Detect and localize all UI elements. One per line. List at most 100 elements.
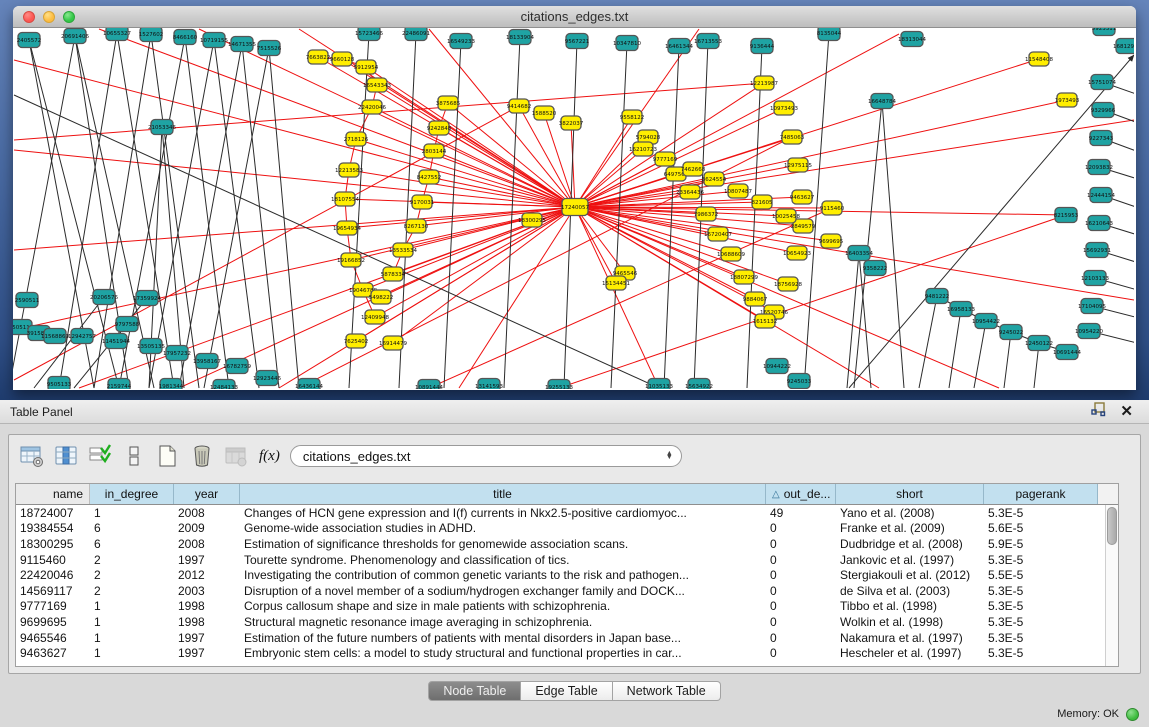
graph-node[interactable]: 10807487 xyxy=(724,184,752,198)
graph-node[interactable]: 5878334 xyxy=(381,267,406,281)
graph-node[interactable]: 13958167 xyxy=(193,354,221,369)
table-row[interactable]: 946362711997Embryonic stem cells: a mode… xyxy=(16,645,1118,661)
graph-node[interactable]: 9242848 xyxy=(427,121,452,135)
graph-node[interactable]: 18107554 xyxy=(331,192,359,206)
graph-node[interactable]: 16648784 xyxy=(868,94,896,109)
table-column-icon[interactable] xyxy=(51,441,81,471)
table-row[interactable]: 911546021997Tourette syndrome. Phenomeno… xyxy=(16,552,1118,568)
graph-hub-node[interactable]: 17240057 xyxy=(561,199,589,216)
graph-node[interactable]: 10719155 xyxy=(200,33,228,48)
graph-node[interactable]: 12450122 xyxy=(1025,336,1053,351)
graph-node[interactable]: 18300295 xyxy=(518,213,546,227)
graph-node[interactable]: 2590511 xyxy=(15,293,40,308)
graph-node[interactable]: 16914479 xyxy=(379,336,407,350)
graph-node[interactable]: 3624554 xyxy=(702,172,727,186)
graph-node[interactable]: 15634922 xyxy=(685,379,713,390)
graph-node[interactable]: 11548408 xyxy=(1025,52,1053,66)
graph-node[interactable]: 16782759 xyxy=(223,359,251,374)
graph-node[interactable]: 1615132 xyxy=(753,314,778,328)
graph-node[interactable]: 9505133 xyxy=(47,377,72,390)
float-window-icon[interactable] xyxy=(1091,402,1106,422)
graph-node[interactable]: 1973493 xyxy=(1055,93,1080,107)
graph-node[interactable]: 9660128 xyxy=(330,52,355,66)
graph-node[interactable]: 2803144 xyxy=(422,144,447,158)
graph-node[interactable]: 22486091 xyxy=(402,28,430,41)
citation-network-graph[interactable]: 2405572206914061065532715276028466160107… xyxy=(13,28,1134,389)
column-header-title[interactable]: title xyxy=(240,484,766,504)
graph-node[interactable]: 7485063 xyxy=(780,130,805,144)
graph-node[interactable]: 9884067 xyxy=(743,292,768,306)
graph-node[interactable]: 9797588 xyxy=(115,317,140,332)
graph-node[interactable]: 17957232 xyxy=(163,346,191,361)
function-builder-icon[interactable]: f(x) xyxy=(259,448,280,465)
graph-node[interactable]: 9777169 xyxy=(653,152,678,166)
graph-node[interactable]: 8135044 xyxy=(817,28,842,41)
graph-node[interactable]: 12923446 xyxy=(253,371,281,386)
graph-node[interactable]: 9481222 xyxy=(925,289,950,304)
graph-node[interactable]: 13141593 xyxy=(475,379,503,390)
column-header-year[interactable]: year xyxy=(174,484,240,504)
table-row[interactable]: 1938455462009Genome-wide association stu… xyxy=(16,521,1118,537)
graph-node[interactable]: 9136444 xyxy=(750,39,775,54)
graph-node[interactable]: 10973493 xyxy=(770,101,798,115)
select-rows-icon[interactable] xyxy=(85,441,115,471)
column-header-name[interactable]: name xyxy=(16,484,90,504)
graph-node[interactable]: 9358222 xyxy=(863,261,888,276)
tab-network-table[interactable]: Network Table xyxy=(613,681,721,701)
graph-node[interactable]: 10025458 xyxy=(772,209,800,223)
network-canvas[interactable]: 2405572206914061065532715276028466160107… xyxy=(13,28,1134,389)
graph-node[interactable]: 10347810 xyxy=(613,36,641,51)
graph-node[interactable]: 2159744 xyxy=(107,379,132,390)
graph-node[interactable]: 19654934 xyxy=(333,221,361,235)
graph-node[interactable]: 9463627 xyxy=(790,190,815,204)
graph-node[interactable]: 16461344 xyxy=(665,39,693,54)
graph-node[interactable]: 7986372 xyxy=(694,207,719,221)
graph-node[interactable]: 11035133 xyxy=(645,379,673,390)
graph-node[interactable]: 11568869 xyxy=(41,329,69,344)
graph-node[interactable]: 11451944 xyxy=(102,334,130,349)
graph-node[interactable]: 17104095 xyxy=(1078,299,1106,314)
graph-node[interactable]: 12444154 xyxy=(1087,188,1115,203)
graph-node[interactable]: 18807299 xyxy=(730,270,758,284)
graph-node[interactable]: 16958133 xyxy=(947,302,975,317)
graph-node[interactable]: 12975115 xyxy=(784,158,812,172)
graph-node[interactable]: 16543343 xyxy=(363,78,391,92)
network-table-select[interactable]: citations_edges.txt ▲▼ xyxy=(290,445,682,467)
delete-table-icon[interactable] xyxy=(187,441,217,471)
graph-node[interactable]: 12213583 xyxy=(335,163,363,177)
graph-node[interactable]: 12409948 xyxy=(361,310,389,324)
graph-node[interactable]: 10891444 xyxy=(415,380,443,390)
table-row[interactable]: 2242004622012Investigating the contribut… xyxy=(16,567,1118,583)
graph-node[interactable]: 12942757 xyxy=(68,329,96,344)
graph-node[interactable]: 9227343 xyxy=(1089,131,1114,146)
graph-node[interactable]: 12484133 xyxy=(210,380,238,390)
graph-node[interactable]: 7625402 xyxy=(344,334,369,348)
graph-node[interactable]: 10691444 xyxy=(1053,345,1081,360)
graph-node[interactable]: 8427552 xyxy=(417,170,442,184)
graph-node[interactable]: 5923311 xyxy=(1092,28,1117,36)
graph-node[interactable]: 18133904 xyxy=(506,30,534,45)
graph-node[interactable]: 14671355 xyxy=(228,37,256,52)
graph-node[interactable]: 15751074 xyxy=(1088,75,1116,90)
graph-node[interactable]: 22420046 xyxy=(358,100,386,114)
table-row[interactable]: 977716911998Corpus callosum shape and si… xyxy=(16,599,1118,615)
graph-node[interactable]: 10954220 xyxy=(1075,324,1103,339)
graph-node[interactable]: 17359924 xyxy=(133,291,161,306)
graph-node[interactable]: 10655327 xyxy=(103,28,131,41)
graph-node[interactable]: 23364436 xyxy=(676,185,704,199)
graph-node[interactable]: 10654923 xyxy=(783,246,811,260)
graph-node[interactable]: 21053346 xyxy=(148,120,176,135)
graph-node[interactable]: 2718126 xyxy=(344,132,369,146)
table-settings-icon[interactable] xyxy=(17,441,47,471)
graph-node[interactable]: 10944222 xyxy=(763,359,791,374)
graph-node[interactable]: 16210723 xyxy=(629,142,657,156)
scrollbar-thumb[interactable] xyxy=(1107,507,1117,545)
table-row[interactable]: 1830029562008Estimation of significance … xyxy=(16,536,1118,552)
graph-node[interactable]: 15692931 xyxy=(1083,243,1111,258)
graph-node[interactable]: 9414682 xyxy=(507,99,532,113)
graph-node[interactable]: 12103133 xyxy=(1081,271,1109,286)
graph-node[interactable]: 16713553 xyxy=(694,34,722,49)
tab-edge-table[interactable]: Edge Table xyxy=(521,681,612,701)
graph-node[interactable]: 1981344 xyxy=(159,379,184,390)
graph-node[interactable]: 9245022 xyxy=(999,325,1024,340)
